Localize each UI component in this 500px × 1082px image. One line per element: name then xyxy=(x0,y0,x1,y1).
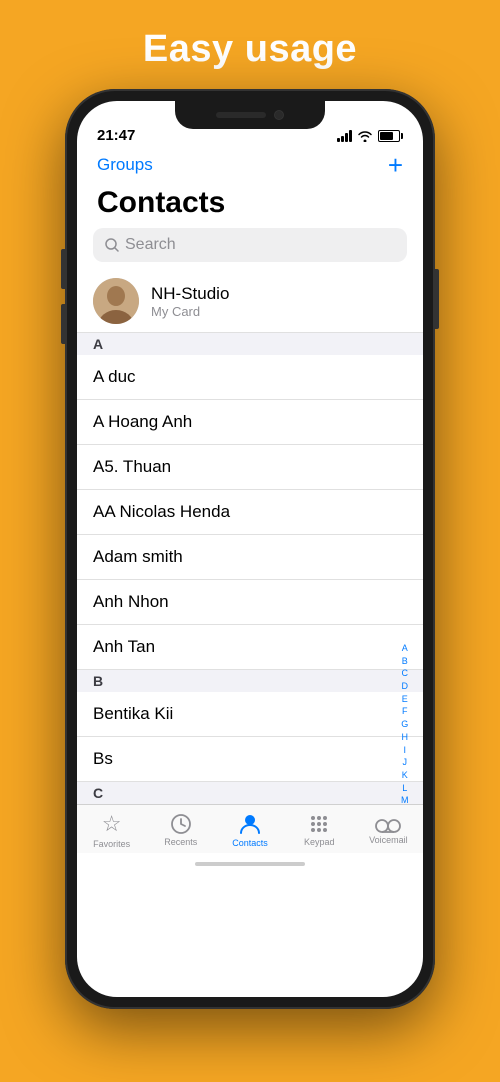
tab-contacts-label: Contacts xyxy=(232,838,268,848)
alpha-letter-m[interactable]: M xyxy=(401,795,409,804)
my-card-row[interactable]: NH-Studio My Card xyxy=(77,270,423,333)
home-indicator xyxy=(77,853,423,875)
contact-anh-tan[interactable]: Anh Tan xyxy=(77,625,423,670)
app-content: Groups + Contacts Search xyxy=(77,148,423,804)
alpha-letter-b[interactable]: B xyxy=(402,656,408,668)
keypad-icon xyxy=(308,813,330,835)
alpha-letter-j[interactable]: J xyxy=(403,757,408,769)
alphabet-index[interactable]: ABCDEFGHIJKLMNOPQRSTUVWXYZ# xyxy=(401,643,410,804)
signal-icon xyxy=(337,130,352,142)
home-bar xyxy=(195,862,305,866)
contact-anh-nhon[interactable]: Anh Nhon xyxy=(77,580,423,625)
contact-adam-smith[interactable]: Adam smith xyxy=(77,535,423,580)
app-tagline: Easy usage xyxy=(143,28,357,71)
tab-voicemail-label: Voicemail xyxy=(369,835,408,845)
alpha-letter-c[interactable]: C xyxy=(402,668,409,680)
page-title: Contacts xyxy=(77,182,423,228)
status-icons xyxy=(337,130,403,142)
tab-keypad[interactable]: Keypad xyxy=(285,813,354,847)
section-header-b: B xyxy=(77,670,423,692)
tab-favorites[interactable]: ☆ Favorites xyxy=(77,811,146,849)
recents-icon xyxy=(170,813,192,835)
add-contact-button[interactable]: + xyxy=(388,152,403,178)
contact-bs[interactable]: Bs xyxy=(77,737,423,782)
volume-up-button xyxy=(61,249,65,289)
alpha-letter-i[interactable]: I xyxy=(403,745,406,757)
groups-button[interactable]: Groups xyxy=(97,155,153,175)
voicemail-icon xyxy=(375,815,401,833)
tab-recents-label: Recents xyxy=(164,837,197,847)
alpha-letter-l[interactable]: L xyxy=(402,783,407,795)
contact-a-hoang-anh[interactable]: A Hoang Anh xyxy=(77,400,423,445)
contacts-list: ABCDEFGHIJKLMNOPQRSTUVWXYZ# A A duc A Ho… xyxy=(77,333,423,804)
search-icon xyxy=(105,238,119,252)
tab-recents[interactable]: Recents xyxy=(146,813,215,847)
volume-down-button xyxy=(61,304,65,344)
speaker xyxy=(216,112,266,118)
contact-a-duc[interactable]: A duc xyxy=(77,355,423,400)
alpha-letter-e[interactable]: E xyxy=(402,694,408,706)
favorites-icon: ☆ xyxy=(102,811,122,837)
phone-frame: 21:47 xyxy=(65,89,435,1009)
avatar xyxy=(93,278,139,324)
alpha-letter-g[interactable]: G xyxy=(401,719,408,731)
header-section: Easy usage xyxy=(143,0,357,89)
top-nav: Groups + xyxy=(77,148,423,182)
alpha-letter-d[interactable]: D xyxy=(402,681,409,693)
alpha-letter-a[interactable]: A xyxy=(402,643,408,655)
alpha-letter-h[interactable]: H xyxy=(402,732,409,744)
battery-icon xyxy=(378,130,403,142)
contact-aa-nicolas[interactable]: AA Nicolas Henda xyxy=(77,490,423,535)
front-camera xyxy=(274,110,284,120)
search-input[interactable]: Search xyxy=(125,236,176,254)
contact-a5-thuan[interactable]: A5. Thuan xyxy=(77,445,423,490)
status-time: 21:47 xyxy=(97,127,135,144)
section-header-c: C xyxy=(77,782,423,804)
alpha-letter-f[interactable]: F xyxy=(402,706,408,718)
search-bar[interactable]: Search xyxy=(93,228,407,262)
my-card-name: NH-Studio xyxy=(151,284,229,304)
tab-voicemail[interactable]: Voicemail xyxy=(354,815,423,845)
my-card-label: My Card xyxy=(151,304,229,319)
contacts-icon xyxy=(238,812,262,836)
phone-screen: 21:47 xyxy=(77,101,423,997)
section-header-a: A xyxy=(77,333,423,355)
tab-favorites-label: Favorites xyxy=(93,839,130,849)
alpha-letter-k[interactable]: K xyxy=(402,770,408,782)
my-card-info: NH-Studio My Card xyxy=(151,284,229,319)
tab-contacts[interactable]: Contacts xyxy=(215,812,284,848)
contact-bentika[interactable]: Bentika Kii xyxy=(77,692,423,737)
notch xyxy=(175,101,325,129)
tab-keypad-label: Keypad xyxy=(304,837,335,847)
wifi-icon xyxy=(357,130,373,142)
tab-bar: ☆ Favorites Recents Contacts xyxy=(77,804,423,853)
power-button xyxy=(435,269,439,329)
